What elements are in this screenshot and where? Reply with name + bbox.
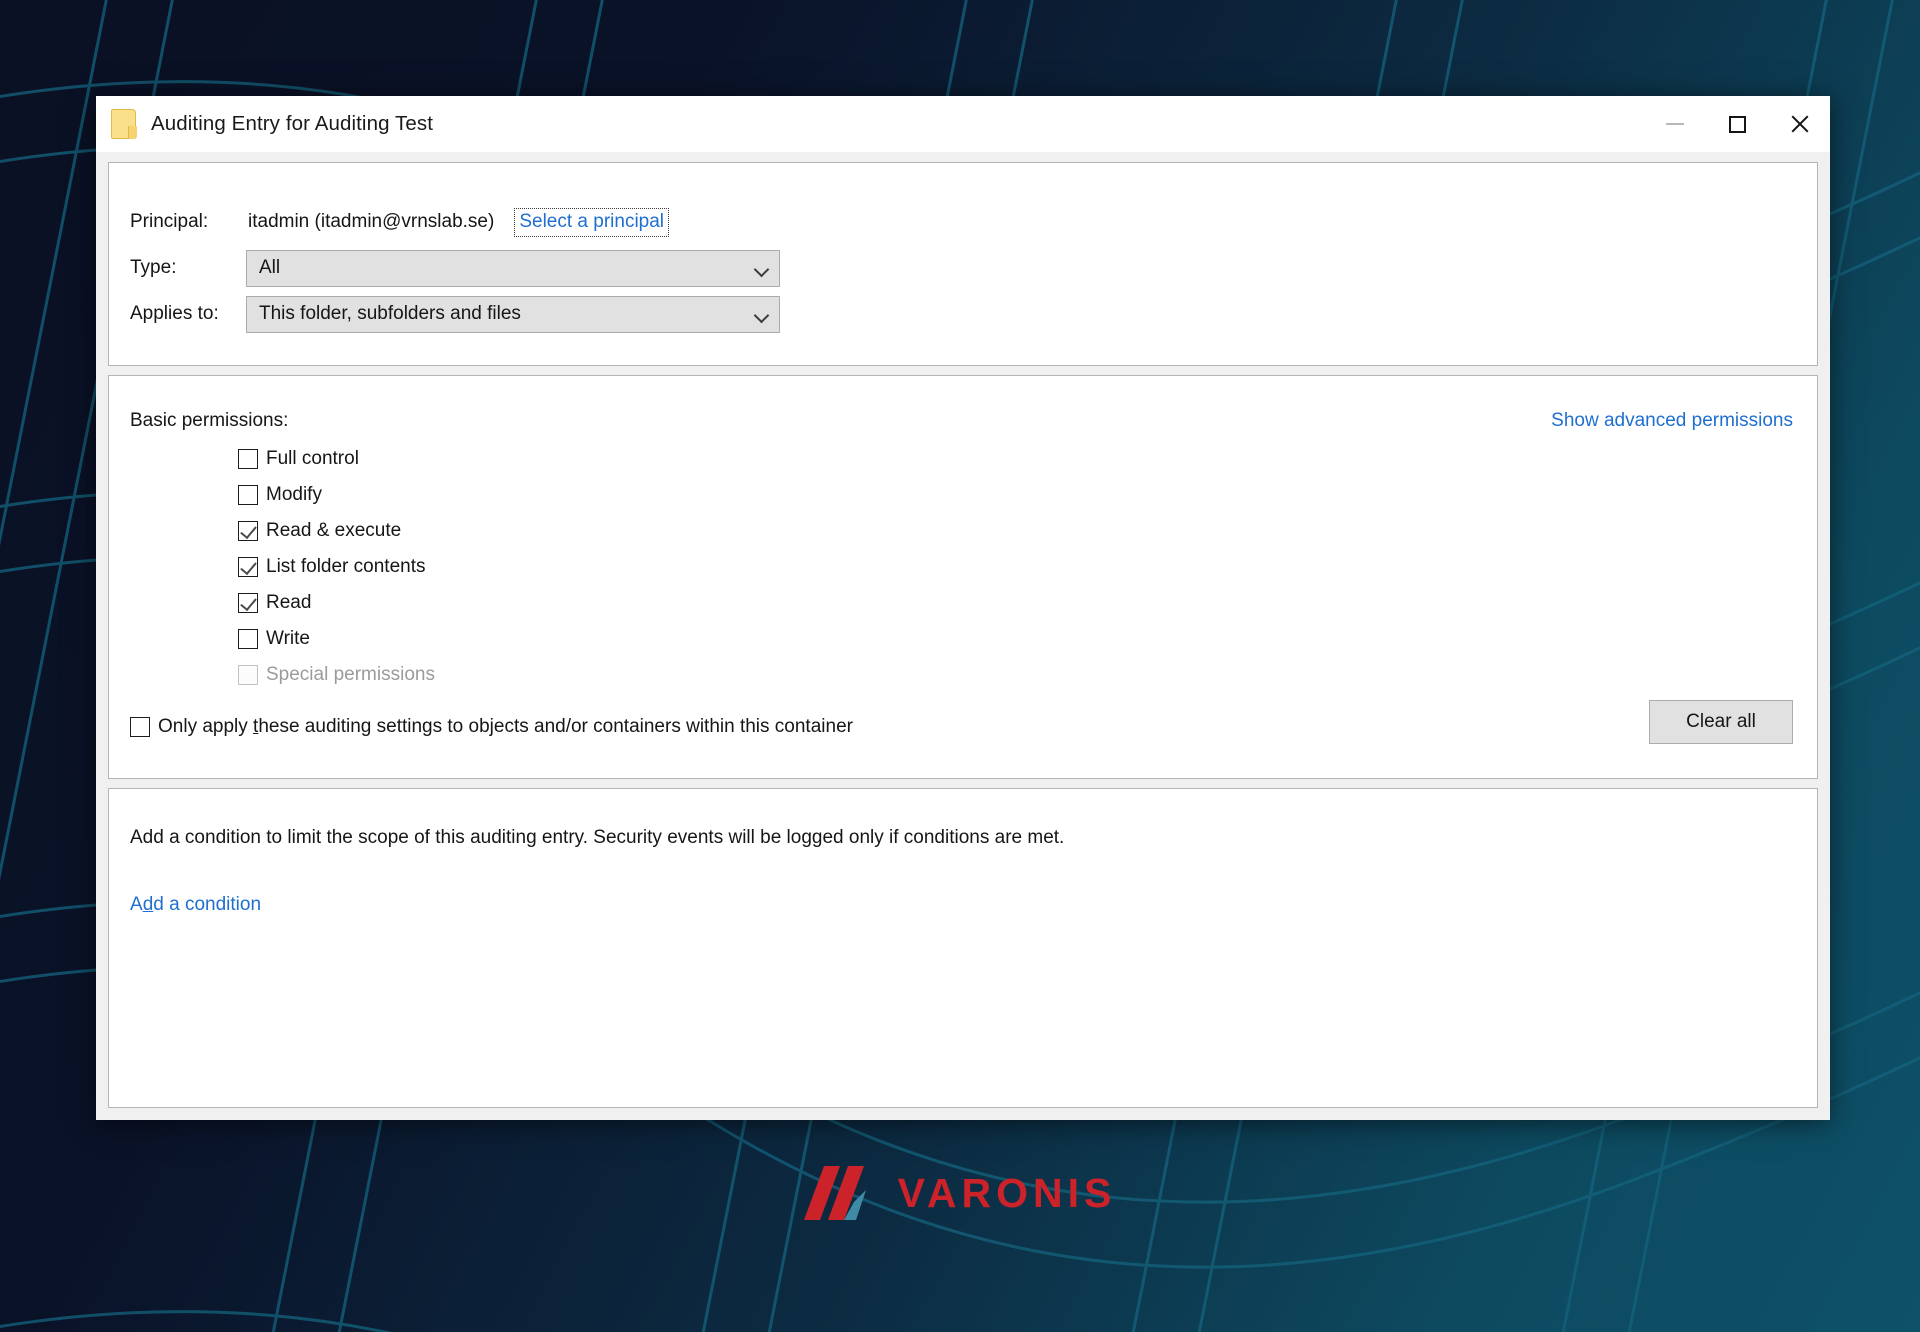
applies-to-label: Applies to:: [130, 303, 219, 324]
add-a-condition-link[interactable]: Add a condition: [130, 894, 261, 916]
applies-to-selected-value: This folder, subfolders and files: [259, 303, 521, 324]
permissions-header-row: Basic permissions: Show advanced permiss…: [109, 410, 1817, 432]
window-controls: [1644, 96, 1830, 152]
auditing-entry-dialog: Auditing Entry for Auditing Test Princip…: [96, 96, 1830, 1120]
checkbox-modify[interactable]: [238, 485, 258, 505]
permission-label: Read & execute: [266, 520, 402, 541]
principal-label: Principal:: [130, 211, 209, 232]
type-selected-value: All: [259, 257, 281, 278]
minimize-icon: [1666, 123, 1684, 125]
chevron-down-icon: [755, 310, 769, 319]
permission-item-read[interactable]: Read: [238, 589, 1817, 617]
principal-value: itadmin (itadmin@vrnslab.se): [248, 211, 495, 232]
checkbox-only-apply-within-container[interactable]: [130, 717, 150, 737]
varonis-wordmark: VARONIS: [897, 1169, 1117, 1216]
checkbox-read[interactable]: [238, 593, 258, 613]
type-label: Type:: [130, 257, 177, 278]
title-bar[interactable]: Auditing Entry for Auditing Test: [96, 96, 1830, 152]
permission-label: Write: [266, 628, 310, 649]
close-icon: [1789, 114, 1809, 134]
checkbox-list-folder-contents[interactable]: [238, 557, 258, 577]
maximize-button[interactable]: [1706, 96, 1768, 152]
folder-icon: [111, 109, 137, 139]
applies-to-dropdown[interactable]: This folder, subfolders and files: [246, 295, 780, 333]
applies-to-row: Applies to: This folder, subfolders and …: [109, 291, 1817, 337]
permission-item-write[interactable]: Write: [238, 625, 1817, 653]
permission-label: Special permissions: [266, 664, 435, 685]
checkbox-read-execute[interactable]: [238, 521, 258, 541]
add-condition-text-before: A: [130, 893, 143, 915]
show-advanced-permissions-link[interactable]: Show advanced permissions: [1551, 410, 1793, 432]
checkbox-write[interactable]: [238, 629, 258, 649]
minimize-button[interactable]: [1644, 96, 1706, 152]
maximize-icon: [1728, 115, 1746, 133]
basic-permissions-label: Basic permissions:: [130, 410, 289, 431]
permission-label: List folder contents: [266, 556, 426, 577]
clear-all-button[interactable]: Clear all: [1649, 700, 1793, 744]
type-dropdown[interactable]: All: [246, 249, 780, 287]
conditions-panel: Add a condition to limit the scope of th…: [108, 788, 1818, 1108]
checkbox-special-permissions: [238, 665, 258, 685]
only-apply-within-container-row[interactable]: Only apply these auditing settings to ob…: [130, 716, 853, 738]
chevron-down-icon: [755, 264, 769, 273]
permission-item-list-folder-contents[interactable]: List folder contents: [238, 553, 1817, 581]
permission-label: Full control: [266, 448, 359, 469]
principal-row: Principal: itadmin (itadmin@vrnslab.se) …: [109, 199, 1817, 245]
varonis-slashes-logo: [803, 1166, 866, 1220]
type-row: Type: All: [109, 245, 1817, 291]
permission-label: Modify: [266, 484, 322, 505]
permissions-checkbox-list: Full control Modify Read & execute List …: [109, 445, 1817, 689]
permissions-panel: Basic permissions: Show advanced permiss…: [108, 375, 1818, 779]
principal-panel: Principal: itadmin (itadmin@vrnslab.se) …: [108, 162, 1818, 366]
only-apply-label: Only apply these auditing settings to ob…: [158, 716, 853, 738]
close-button[interactable]: [1768, 96, 1830, 152]
permission-item-full-control[interactable]: Full control: [238, 445, 1817, 473]
permission-item-special-permissions: Special permissions: [238, 661, 1817, 689]
permission-item-read-execute[interactable]: Read & execute: [238, 517, 1817, 545]
only-apply-text-before: Only apply: [158, 716, 254, 737]
varonis-logo: VARONIS: [0, 1166, 1920, 1220]
condition-description: Add a condition to limit the scope of th…: [130, 827, 1065, 848]
only-apply-text-after: hese auditing settings to objects and/or…: [258, 716, 853, 737]
permission-label: Read: [266, 592, 312, 613]
add-condition-text-after: d a condition: [153, 893, 262, 915]
select-a-principal-link[interactable]: Select a principal: [514, 207, 670, 237]
checkbox-full-control[interactable]: [238, 449, 258, 469]
permission-item-modify[interactable]: Modify: [238, 481, 1817, 509]
add-condition-accelerator: d: [142, 893, 154, 915]
window-title: Auditing Entry for Auditing Test: [151, 112, 434, 135]
dialog-body: Principal: itadmin (itadmin@vrnslab.se) …: [96, 152, 1830, 1120]
